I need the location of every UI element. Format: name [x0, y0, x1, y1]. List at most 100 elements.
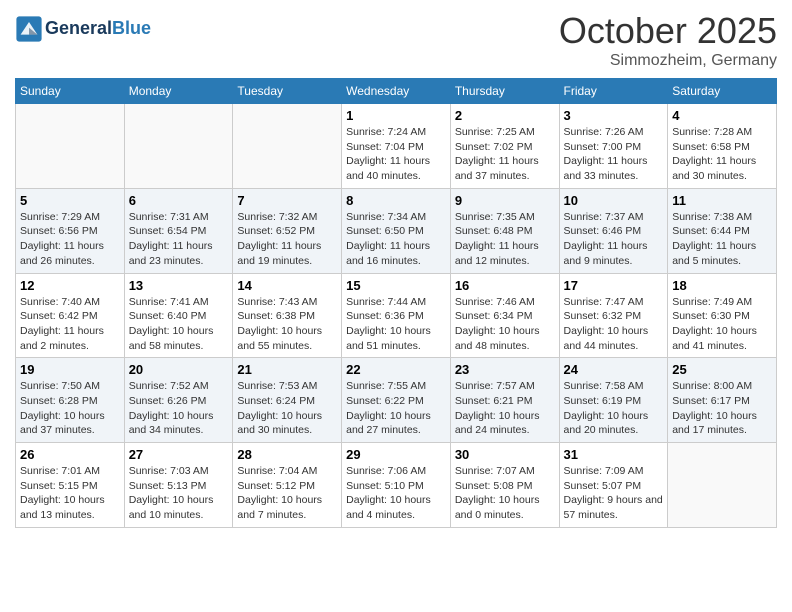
calendar-cell: 5 Sunrise: 7:29 AMSunset: 6:56 PMDaylight… — [16, 188, 125, 273]
day-number: 10 — [564, 193, 664, 208]
calendar-week-row: 1 Sunrise: 7:24 AMSunset: 7:04 PMDaylight… — [16, 104, 777, 189]
day-info: Sunrise: 7:50 AMSunset: 6:28 PMDaylight:… — [20, 379, 120, 438]
day-info: Sunrise: 7:03 AMSunset: 5:13 PMDaylight:… — [129, 464, 229, 523]
calendar-cell: 7 Sunrise: 7:32 AMSunset: 6:52 PMDaylight… — [233, 188, 342, 273]
weekday-header: Friday — [559, 79, 668, 104]
calendar-cell: 4 Sunrise: 7:28 AMSunset: 6:58 PMDaylight… — [668, 104, 777, 189]
day-info: Sunrise: 7:43 AMSunset: 6:38 PMDaylight:… — [237, 295, 337, 354]
calendar-cell — [233, 104, 342, 189]
day-info: Sunrise: 7:46 AMSunset: 6:34 PMDaylight:… — [455, 295, 555, 354]
calendar-cell: 17Sunrise: 7:47 AMSunset: 6:32 PMDayligh… — [559, 273, 668, 358]
calendar-cell: 11Sunrise: 7:38 AMSunset: 6:44 PMDayligh… — [668, 188, 777, 273]
calendar-cell: 6 Sunrise: 7:31 AMSunset: 6:54 PMDaylight… — [124, 188, 233, 273]
day-number: 16 — [455, 278, 555, 293]
weekday-header: Tuesday — [233, 79, 342, 104]
day-info: Sunrise: 7:07 AMSunset: 5:08 PMDaylight:… — [455, 464, 555, 523]
day-number: 20 — [129, 362, 229, 377]
day-info: Sunrise: 7:49 AMSunset: 6:30 PMDaylight:… — [672, 295, 772, 354]
logo-text: GeneralBlue — [45, 19, 151, 39]
month-title: October 2025 — [559, 10, 777, 52]
day-info: Sunrise: 7:29 AMSunset: 6:56 PMDaylight:… — [20, 210, 120, 269]
logo: GeneralBlue — [15, 15, 151, 43]
day-number: 27 — [129, 447, 229, 462]
day-info: Sunrise: 7:41 AMSunset: 6:40 PMDaylight:… — [129, 295, 229, 354]
day-number: 8 — [346, 193, 446, 208]
day-info: Sunrise: 7:52 AMSunset: 6:26 PMDaylight:… — [129, 379, 229, 438]
calendar-cell: 22 Sunrise: 7:55 AMSunset: 6:22 PMDayligh… — [342, 358, 451, 443]
calendar-cell: 16 Sunrise: 7:46 AMSunset: 6:34 PMDayligh… — [450, 273, 559, 358]
day-info: Sunrise: 7:01 AMSunset: 5:15 PMDaylight:… — [20, 464, 120, 523]
day-info: Sunrise: 7:35 AMSunset: 6:48 PMDaylight:… — [455, 210, 555, 269]
day-number: 14 — [237, 278, 337, 293]
day-info: Sunrise: 7:24 AMSunset: 7:04 PMDaylight:… — [346, 125, 446, 184]
day-number: 13 — [129, 278, 229, 293]
page-header: GeneralBlue October 2025 Simmozheim, Ger… — [15, 10, 777, 70]
day-info: Sunrise: 8:00 AMSunset: 6:17 PMDaylight:… — [672, 379, 772, 438]
day-info: Sunrise: 7:26 AMSunset: 7:00 PMDaylight:… — [564, 125, 664, 184]
day-info: Sunrise: 7:31 AMSunset: 6:54 PMDaylight:… — [129, 210, 229, 269]
day-number: 2 — [455, 108, 555, 123]
calendar-cell: 9Sunrise: 7:35 AMSunset: 6:48 PMDaylight… — [450, 188, 559, 273]
calendar-week-row: 26 Sunrise: 7:01 AMSunset: 5:15 PMDayligh… — [16, 443, 777, 528]
calendar-cell: 10Sunrise: 7:37 AMSunset: 6:46 PMDayligh… — [559, 188, 668, 273]
day-number: 23 — [455, 362, 555, 377]
calendar-cell: 27 Sunrise: 7:03 AMSunset: 5:13 PMDayligh… — [124, 443, 233, 528]
weekday-header: Saturday — [668, 79, 777, 104]
day-number: 21 — [237, 362, 337, 377]
calendar-cell: 29 Sunrise: 7:06 AMSunset: 5:10 PMDayligh… — [342, 443, 451, 528]
day-number: 15 — [346, 278, 446, 293]
day-info: Sunrise: 7:32 AMSunset: 6:52 PMDaylight:… — [237, 210, 337, 269]
day-info: Sunrise: 7:44 AMSunset: 6:36 PMDaylight:… — [346, 295, 446, 354]
day-info: Sunrise: 7:38 AMSunset: 6:44 PMDaylight:… — [672, 210, 772, 269]
day-info: Sunrise: 7:55 AMSunset: 6:22 PMDaylight:… — [346, 379, 446, 438]
calendar-cell: 8 Sunrise: 7:34 AMSunset: 6:50 PMDaylight… — [342, 188, 451, 273]
location: Simmozheim, Germany — [559, 52, 777, 70]
calendar-cell: 25 Sunrise: 8:00 AMSunset: 6:17 PMDayligh… — [668, 358, 777, 443]
calendar-cell: 14 Sunrise: 7:43 AMSunset: 6:38 PMDayligh… — [233, 273, 342, 358]
day-info: Sunrise: 7:09 AMSunset: 5:07 PMDaylight:… — [564, 464, 664, 523]
day-number: 7 — [237, 193, 337, 208]
day-info: Sunrise: 7:28 AMSunset: 6:58 PMDaylight:… — [672, 125, 772, 184]
calendar-week-row: 19 Sunrise: 7:50 AMSunset: 6:28 PMDayligh… — [16, 358, 777, 443]
calendar-week-row: 5 Sunrise: 7:29 AMSunset: 6:56 PMDaylight… — [16, 188, 777, 273]
day-number: 29 — [346, 447, 446, 462]
day-number: 5 — [20, 193, 120, 208]
calendar-cell: 12Sunrise: 7:40 AMSunset: 6:42 PMDayligh… — [16, 273, 125, 358]
day-number: 31 — [564, 447, 664, 462]
calendar-cell: 26 Sunrise: 7:01 AMSunset: 5:15 PMDayligh… — [16, 443, 125, 528]
calendar-cell: 19 Sunrise: 7:50 AMSunset: 6:28 PMDayligh… — [16, 358, 125, 443]
day-info: Sunrise: 7:04 AMSunset: 5:12 PMDaylight:… — [237, 464, 337, 523]
calendar-cell: 24Sunrise: 7:58 AMSunset: 6:19 PMDayligh… — [559, 358, 668, 443]
calendar-cell: 28 Sunrise: 7:04 AMSunset: 5:12 PMDayligh… — [233, 443, 342, 528]
calendar-cell: 2Sunrise: 7:25 AMSunset: 7:02 PMDaylight… — [450, 104, 559, 189]
weekday-header: Thursday — [450, 79, 559, 104]
calendar-cell — [16, 104, 125, 189]
calendar-cell: 3 Sunrise: 7:26 AMSunset: 7:00 PMDaylight… — [559, 104, 668, 189]
day-number: 22 — [346, 362, 446, 377]
day-number: 4 — [672, 108, 772, 123]
day-number: 12 — [20, 278, 120, 293]
day-info: Sunrise: 7:06 AMSunset: 5:10 PMDaylight:… — [346, 464, 446, 523]
calendar-cell: 31 Sunrise: 7:09 AMSunset: 5:07 PMDayligh… — [559, 443, 668, 528]
title-section: October 2025 Simmozheim, Germany — [559, 10, 777, 70]
day-number: 25 — [672, 362, 772, 377]
calendar-cell — [124, 104, 233, 189]
weekday-header-row: SundayMondayTuesdayWednesdayThursdayFrid… — [16, 79, 777, 104]
day-info: Sunrise: 7:34 AMSunset: 6:50 PMDaylight:… — [346, 210, 446, 269]
calendar-cell — [668, 443, 777, 528]
day-number: 1 — [346, 108, 446, 123]
calendar-cell: 20 Sunrise: 7:52 AMSunset: 6:26 PMDayligh… — [124, 358, 233, 443]
day-number: 28 — [237, 447, 337, 462]
day-number: 19 — [20, 362, 120, 377]
calendar-cell: 30Sunrise: 7:07 AMSunset: 5:08 PMDayligh… — [450, 443, 559, 528]
day-number: 26 — [20, 447, 120, 462]
day-info: Sunrise: 7:57 AMSunset: 6:21 PMDaylight:… — [455, 379, 555, 438]
calendar-cell: 15 Sunrise: 7:44 AMSunset: 6:36 PMDayligh… — [342, 273, 451, 358]
day-number: 3 — [564, 108, 664, 123]
day-info: Sunrise: 7:58 AMSunset: 6:19 PMDaylight:… — [564, 379, 664, 438]
calendar-cell: 18 Sunrise: 7:49 AMSunset: 6:30 PMDayligh… — [668, 273, 777, 358]
day-number: 6 — [129, 193, 229, 208]
day-number: 18 — [672, 278, 772, 293]
day-number: 17 — [564, 278, 664, 293]
calendar-week-row: 12Sunrise: 7:40 AMSunset: 6:42 PMDayligh… — [16, 273, 777, 358]
